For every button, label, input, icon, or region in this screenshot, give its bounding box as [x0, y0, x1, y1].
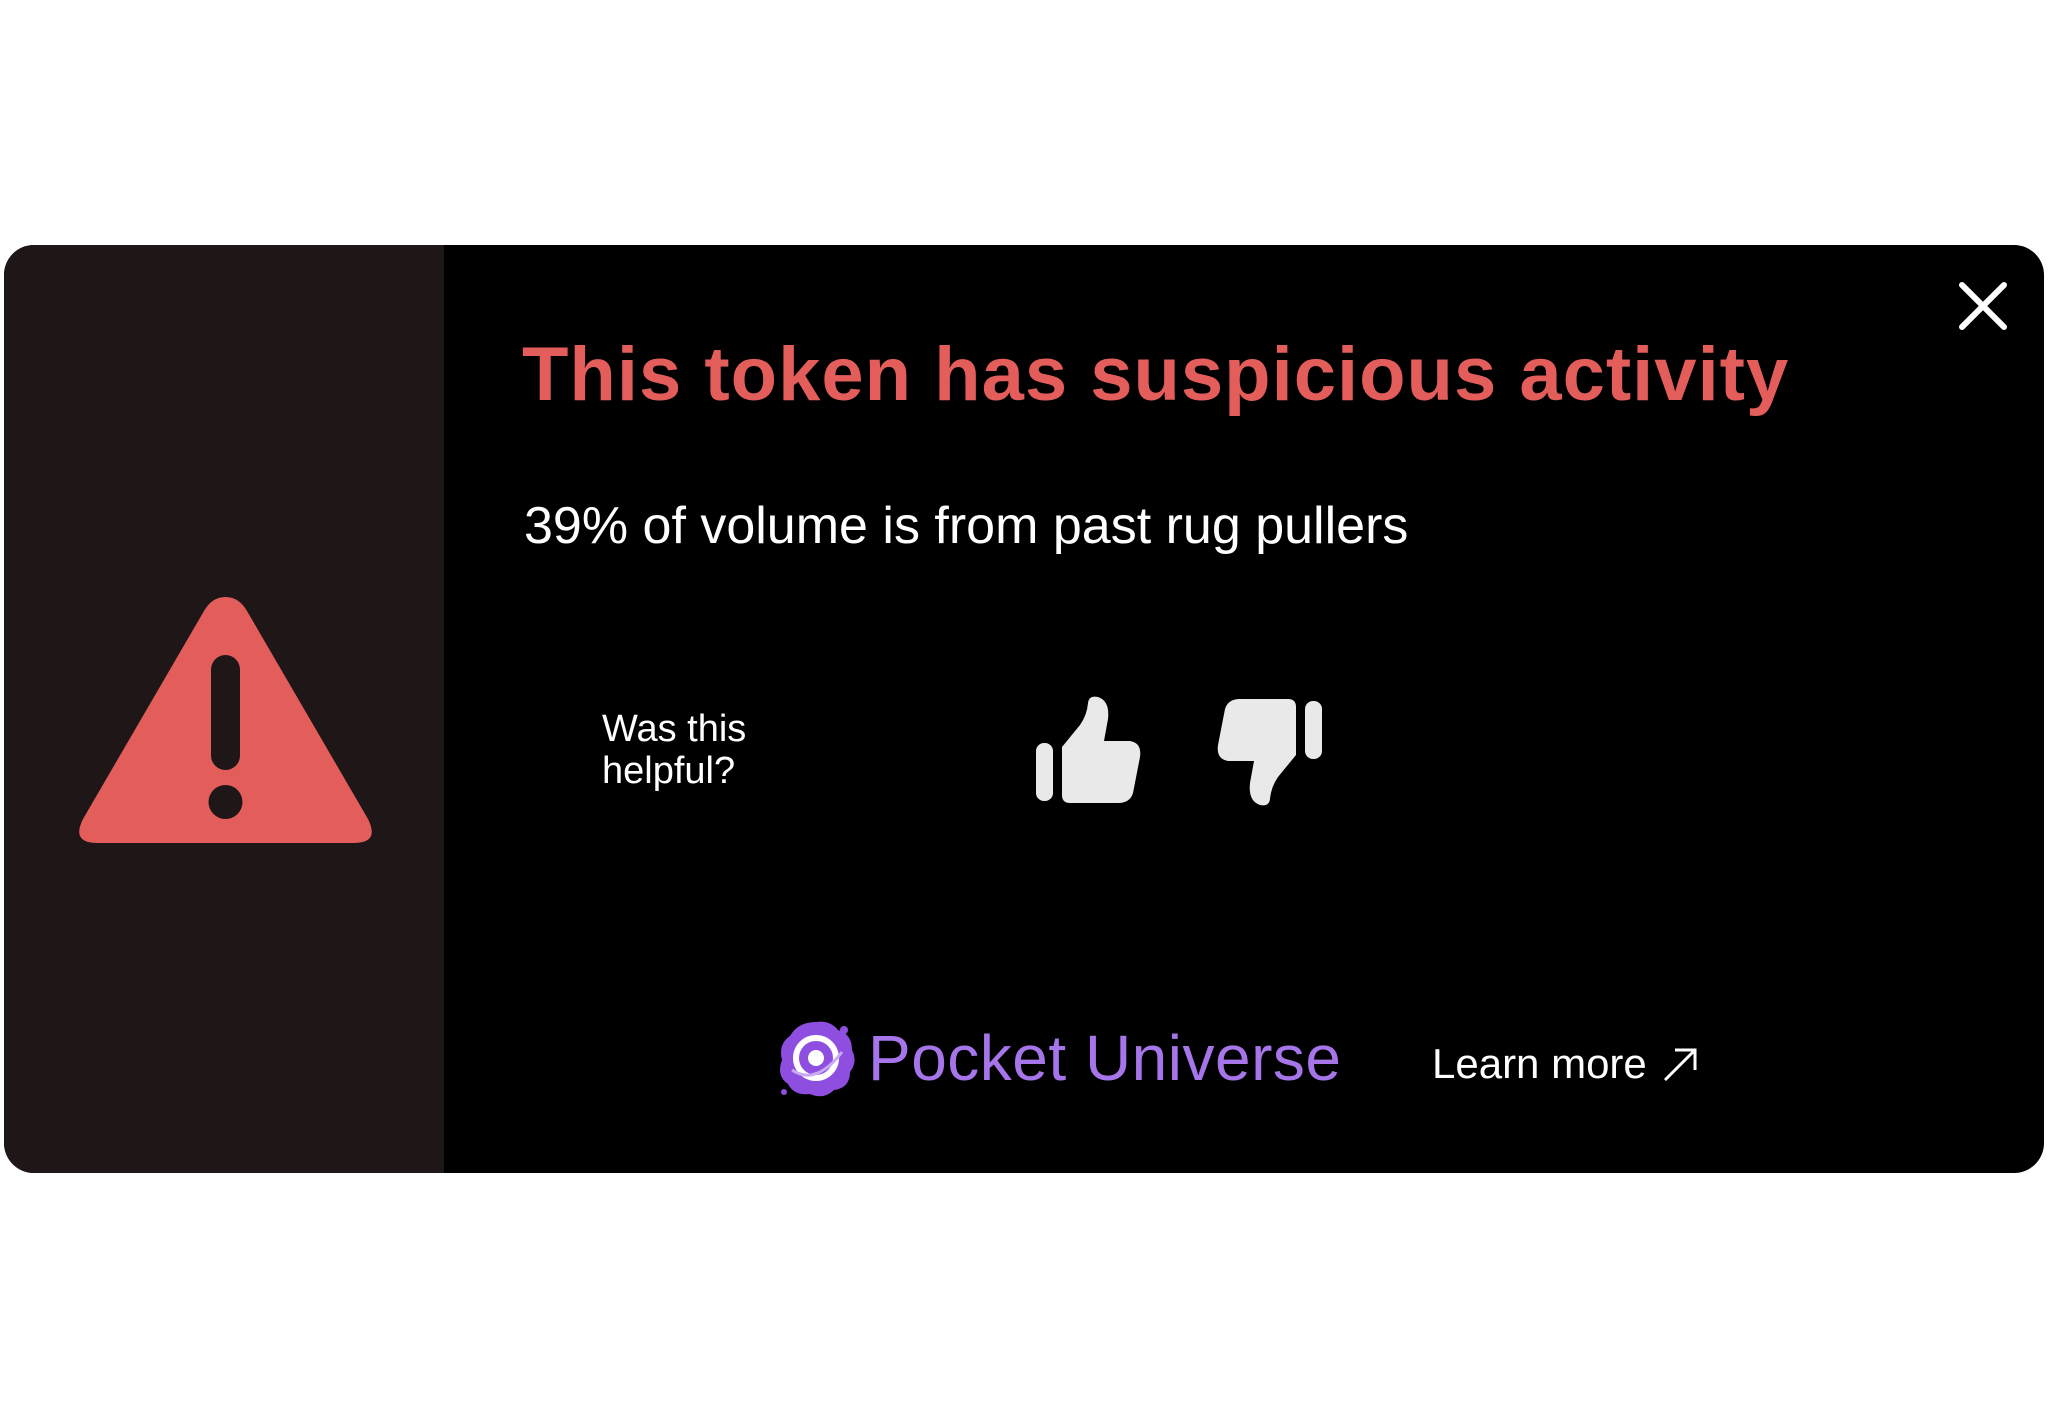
alert-message: 39% of volume is from past rug pullers: [524, 497, 1409, 555]
external-arrow-icon: [1663, 1048, 1697, 1082]
warning-triangle-icon: [79, 597, 372, 843]
alert-side-panel: [4, 245, 444, 1173]
brand-logo-lockup: Pocket Universe: [774, 1013, 1341, 1103]
feedback-prompt: Was this helpful?: [602, 708, 747, 792]
suspicious-activity-alert: This token has suspicious activity 39% o…: [4, 245, 2044, 1173]
learn-more-label: Learn more: [1432, 1040, 1647, 1087]
thumbs-up-icon[interactable]: [1032, 695, 1142, 805]
alert-title: This token has suspicious activity: [522, 332, 1790, 417]
thumbs-down-icon[interactable]: [1216, 697, 1326, 807]
close-icon[interactable]: [1956, 279, 2010, 333]
learn-more-link[interactable]: Learn more: [1432, 1040, 1701, 1088]
brand-name: Pocket Universe: [868, 1022, 1342, 1094]
pocket-universe-logo-icon: [780, 1021, 855, 1097]
